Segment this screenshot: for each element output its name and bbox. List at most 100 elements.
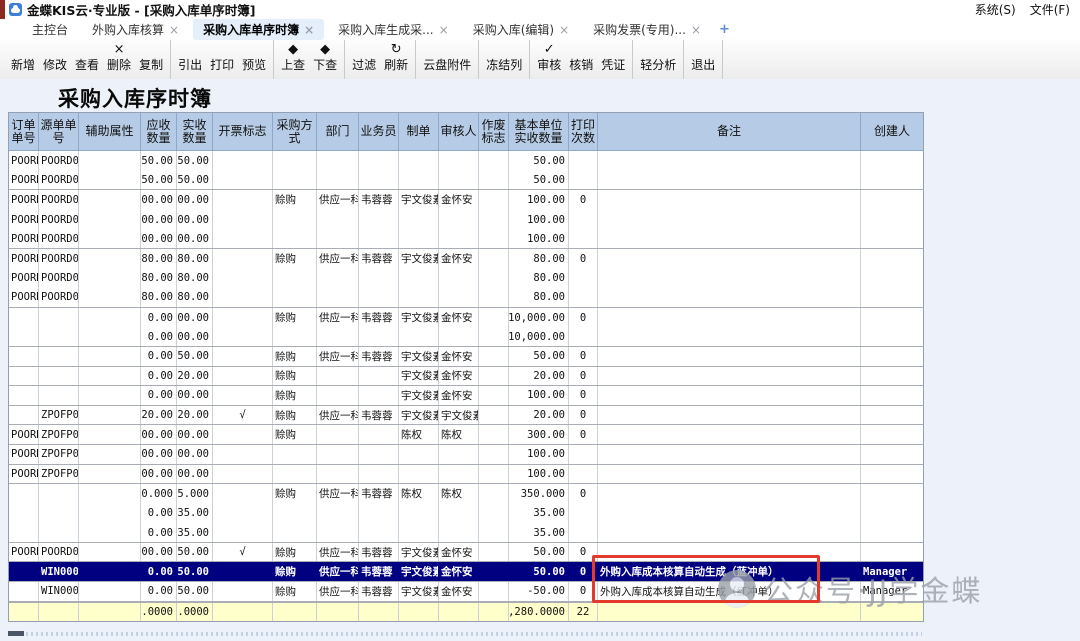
cell-invoice_flag[interactable] bbox=[213, 425, 273, 444]
cell-base_qty_received[interactable]: 50.00 bbox=[509, 151, 569, 171]
cell-purchase_method[interactable] bbox=[273, 171, 317, 190]
cell-aux_attr[interactable] bbox=[79, 425, 141, 444]
cell-department[interactable]: 供应一科 bbox=[317, 406, 359, 425]
cell-purchase_method[interactable]: 赊购 bbox=[273, 190, 317, 210]
cell-creator[interactable] bbox=[861, 269, 923, 289]
cell-order_no[interactable]: POORD000 bbox=[9, 445, 39, 464]
cell-auditor[interactable]: 金怀安 bbox=[439, 367, 479, 386]
cell-qty_received[interactable]: 100.00 bbox=[177, 190, 213, 210]
cell-remark[interactable] bbox=[598, 523, 861, 542]
cell-creator[interactable] bbox=[861, 151, 923, 171]
table-row[interactable]: 0.0035.0035.00 bbox=[9, 523, 923, 543]
cell-qty_received[interactable]: 50.00 bbox=[177, 151, 213, 171]
cell-qty_received[interactable]: 80.00 bbox=[177, 249, 213, 269]
tab-outsourcing-inbound-accounting[interactable]: 外购入库核算× bbox=[82, 19, 189, 40]
cell-auditor[interactable] bbox=[439, 151, 479, 171]
cell-order_no[interactable]: POORD000 bbox=[9, 543, 39, 562]
cell-invoice_flag[interactable] bbox=[213, 210, 273, 230]
cell-print_count[interactable] bbox=[569, 171, 598, 190]
column-header-department[interactable]: 部门 bbox=[317, 113, 359, 151]
cell-department[interactable] bbox=[317, 504, 359, 524]
cell-base_qty_received[interactable]: 20.00 bbox=[509, 367, 569, 386]
cell-print_count[interactable]: 0 bbox=[569, 190, 598, 210]
voucher-button[interactable]: 凭证 bbox=[597, 40, 629, 79]
audit-button[interactable]: ✓审核 bbox=[533, 40, 565, 79]
cell-qty_due[interactable]: 80.00 bbox=[141, 288, 177, 307]
filter-button[interactable]: 过滤 bbox=[348, 40, 380, 79]
cell-maker[interactable]: 宇文俊素 bbox=[399, 386, 439, 405]
cell-cancel_flag[interactable] bbox=[479, 386, 509, 405]
cell-order_no[interactable] bbox=[9, 504, 39, 524]
cell-base_qty_received[interactable]: 80.00 bbox=[509, 249, 569, 269]
cell-auditor[interactable] bbox=[439, 210, 479, 230]
cell-order_no[interactable] bbox=[9, 582, 39, 601]
menu-file[interactable]: 文件(F) bbox=[1030, 1, 1070, 18]
cell-base_qty_received[interactable]: 100.00 bbox=[509, 229, 569, 248]
cell-qty_received[interactable]: 300.00 bbox=[177, 425, 213, 444]
cell-qty_received[interactable]: 10,000.00 bbox=[177, 308, 213, 328]
cell-qty_due[interactable]: 80.00 bbox=[141, 249, 177, 269]
cell-base_qty_received[interactable]: -50.00 bbox=[509, 582, 569, 601]
cell-aux_attr[interactable] bbox=[79, 347, 141, 366]
cell-order_no[interactable] bbox=[9, 386, 39, 405]
cell-qty_received[interactable]: -50.00 bbox=[177, 582, 213, 601]
cell-cancel_flag[interactable] bbox=[479, 249, 509, 269]
cell-qty_due[interactable]: 20.00 bbox=[141, 406, 177, 425]
cell-salesman[interactable]: 韦蓉蓉 bbox=[359, 562, 399, 581]
cell-source_no[interactable]: POORD000 bbox=[39, 249, 79, 269]
cell-purchase_method[interactable] bbox=[273, 523, 317, 542]
menu-system[interactable]: 系统(S) bbox=[975, 1, 1016, 18]
cell-maker[interactable] bbox=[399, 229, 439, 248]
cell-salesman[interactable] bbox=[359, 367, 399, 386]
cell-auditor[interactable]: 金怀安 bbox=[439, 249, 479, 269]
cell-creator[interactable] bbox=[861, 190, 923, 210]
column-header-maker[interactable]: 制单 bbox=[399, 113, 439, 151]
cell-qty_received[interactable]: 100.00 bbox=[177, 445, 213, 464]
cell-invoice_flag[interactable]: √ bbox=[213, 406, 273, 425]
cell-source_no[interactable]: ZPOFP000 bbox=[39, 425, 79, 444]
cell-cancel_flag[interactable] bbox=[479, 504, 509, 524]
cell-source_no[interactable]: ZPOFP000 bbox=[39, 406, 79, 425]
copy-button[interactable]: 复制 bbox=[135, 40, 167, 79]
table-row[interactable]: POORD000ZPOFP000300.00300.00赊购陈权陈权300.00… bbox=[9, 425, 923, 445]
cell-cancel_flag[interactable] bbox=[479, 484, 509, 504]
cell-creator[interactable] bbox=[861, 386, 923, 405]
cell-order_no[interactable]: POORD000 bbox=[9, 151, 39, 171]
cell-remark[interactable] bbox=[598, 425, 861, 444]
cell-aux_attr[interactable] bbox=[79, 465, 141, 484]
cell-purchase_method[interactable]: 赊购 bbox=[273, 367, 317, 386]
cell-purchase_method[interactable] bbox=[273, 445, 317, 464]
cell-invoice_flag[interactable] bbox=[213, 445, 273, 464]
cell-invoice_flag[interactable] bbox=[213, 327, 273, 346]
cell-aux_attr[interactable] bbox=[79, 543, 141, 562]
cell-salesman[interactable]: 韦蓉蓉 bbox=[359, 543, 399, 562]
cell-qty_received[interactable]: 35.00 bbox=[177, 523, 213, 542]
cell-invoice_flag[interactable] bbox=[213, 367, 273, 386]
cell-department[interactable]: 供应一科 bbox=[317, 308, 359, 328]
cell-department[interactable] bbox=[317, 465, 359, 484]
cell-remark[interactable] bbox=[598, 465, 861, 484]
column-header-print_count[interactable]: 打印次数 bbox=[569, 113, 598, 151]
cell-invoice_flag[interactable]: √ bbox=[213, 543, 273, 562]
cell-maker[interactable]: 宇文俊素 bbox=[399, 562, 439, 581]
cell-qty_due[interactable]: 300.00 bbox=[141, 425, 177, 444]
cell-order_no[interactable]: POORD000 bbox=[9, 288, 39, 307]
cell-auditor[interactable] bbox=[439, 523, 479, 542]
cell-salesman[interactable] bbox=[359, 465, 399, 484]
cell-aux_attr[interactable] bbox=[79, 367, 141, 386]
preview-button[interactable]: 预览 bbox=[238, 40, 270, 79]
cell-department[interactable] bbox=[317, 210, 359, 230]
cell-remark[interactable] bbox=[598, 367, 861, 386]
freeze-columns-button[interactable]: 冻结列 bbox=[482, 40, 526, 79]
cell-print_count[interactable]: 0 bbox=[569, 484, 598, 504]
cell-qty_received[interactable]: 35.000 bbox=[177, 484, 213, 504]
cell-department[interactable]: 供应一科 bbox=[317, 190, 359, 210]
cell-aux_attr[interactable] bbox=[79, 523, 141, 542]
cell-source_no[interactable] bbox=[39, 484, 79, 504]
cell-department[interactable] bbox=[317, 229, 359, 248]
cell-base_qty_received[interactable]: 80.00 bbox=[509, 288, 569, 307]
edit-button[interactable]: 修改 bbox=[39, 40, 71, 79]
scrollbar-track[interactable] bbox=[26, 632, 922, 636]
cell-department[interactable]: 供应一科 bbox=[317, 543, 359, 562]
cell-cancel_flag[interactable] bbox=[479, 367, 509, 386]
